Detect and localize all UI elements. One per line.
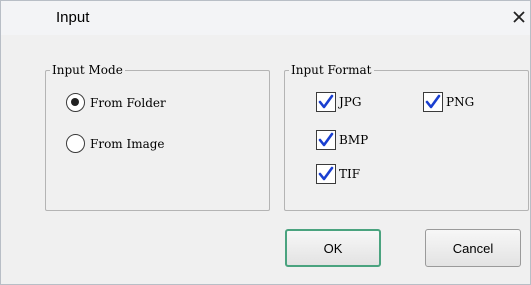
checkbox-jpg[interactable]: JPG — [316, 92, 361, 112]
checkbox-tif[interactable]: TIF — [316, 164, 360, 184]
checkbox-png[interactable]: PNG — [423, 92, 474, 112]
checkbox-label-png: PNG — [446, 95, 475, 109]
input-mode-label: Input Mode — [50, 62, 125, 78]
radio-label-from-image: From Image — [90, 136, 165, 151]
input-format-label: Input Format — [289, 62, 374, 78]
radio-from-image[interactable]: From Image — [66, 134, 165, 153]
checkbox-label-bmp: BMP — [339, 133, 369, 147]
radio-button-unselected[interactable] — [66, 134, 85, 153]
radio-label-from-folder: From Folder — [90, 95, 166, 110]
ok-button[interactable]: OK — [285, 229, 381, 267]
radio-button-selected[interactable] — [66, 93, 85, 112]
checkbox-label-jpg: JPG — [339, 95, 362, 109]
checkmark-icon[interactable] — [316, 130, 336, 150]
input-format-group: Input Format JPG PNG BMP TIF — [284, 62, 529, 211]
input-dialog: Input Input Mode From Folder From Image … — [0, 0, 531, 285]
checkmark-icon[interactable] — [423, 92, 443, 112]
cancel-button[interactable]: Cancel — [425, 229, 521, 267]
checkmark-icon[interactable] — [316, 92, 336, 112]
checkbox-label-tif: TIF — [339, 167, 361, 181]
checkbox-bmp[interactable]: BMP — [316, 130, 368, 150]
dialog-title: Input — [56, 9, 90, 26]
title-bar[interactable]: Input — [1, 1, 530, 35]
checkmark-icon[interactable] — [316, 164, 336, 184]
radio-from-folder[interactable]: From Folder — [66, 93, 166, 112]
input-mode-group: Input Mode From Folder From Image — [45, 62, 270, 211]
close-icon[interactable] — [509, 6, 529, 28]
